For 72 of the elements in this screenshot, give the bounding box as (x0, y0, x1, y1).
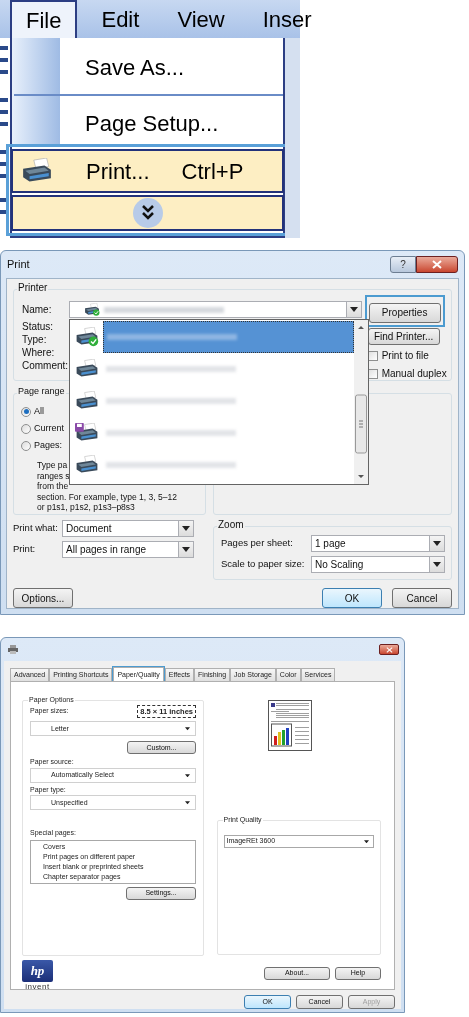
close-icon (432, 260, 442, 269)
dropdown-arrow-icon (349, 307, 358, 312)
close-button[interactable] (379, 644, 399, 655)
printer-icon (8, 645, 18, 654)
close-button[interactable] (416, 256, 458, 273)
select-field[interactable]: Document (62, 520, 194, 537)
printer-with-check-icon (74, 327, 99, 347)
field-label: Scale to paper size: (221, 557, 306, 572)
hp-logo: hp (22, 960, 53, 982)
menu-bar-item[interactable]: Edit (87, 0, 154, 38)
field-label: Pages per sheet: (221, 536, 294, 551)
dropdown-arrow-icon (433, 541, 441, 546)
close-icon (385, 646, 393, 653)
radio-button[interactable] (21, 406, 31, 417)
hint-text: from the (37, 481, 69, 492)
dropdown-arrow-icon (433, 562, 441, 567)
printer-icon (74, 359, 99, 379)
printer-with-check-icon (84, 303, 101, 316)
dropdown-arrow-icon (182, 547, 190, 552)
field-label: Status: (22, 320, 55, 333)
dropdown-arrow-icon (185, 727, 190, 731)
menu-item[interactable]: Save As... (85, 50, 185, 84)
checkbox[interactable] (367, 368, 378, 379)
hint-text: section. For example, type 1, 3, 5–12 (37, 491, 177, 502)
select-field[interactable]: All pages in range (62, 541, 194, 558)
dropdown-arrow-icon (363, 839, 369, 844)
printer-with-disk-icon (74, 423, 99, 443)
field-label: Type: (22, 333, 48, 346)
printer-icon (21, 158, 53, 184)
shortcut-text: Ctrl+P (181, 157, 244, 186)
menu-bar-item[interactable]: Inser (248, 0, 326, 38)
dialog-button[interactable]: Cancel (392, 588, 452, 608)
logo-tagline: invent (25, 982, 50, 991)
radio-button[interactable] (21, 440, 31, 451)
field-label: Print: (13, 542, 37, 557)
select-field[interactable]: 1 page (311, 535, 445, 552)
menu-bar-item[interactable]: View (163, 0, 239, 38)
dialog-button[interactable]: OK (322, 588, 382, 608)
checkbox-label: Print to file (381, 349, 429, 363)
hint-text: Type pa (37, 460, 68, 471)
dropdown-arrow-icon (185, 801, 190, 805)
window-title: Print (7, 257, 31, 273)
field-label: Comment: (22, 359, 70, 372)
help-button[interactable]: ? (390, 256, 416, 273)
find-printer-button[interactable]: Find Printer... (367, 328, 440, 345)
printer-icon (74, 455, 99, 475)
dropdown-arrow-icon (182, 526, 190, 531)
expand-menu-row[interactable] (11, 195, 284, 231)
menu-item[interactable]: Page Setup... (85, 106, 219, 140)
options-button[interactable]: Options... (13, 588, 73, 608)
radio-button[interactable] (21, 423, 31, 434)
field-label: Print what: (13, 521, 59, 536)
group-label: Printer (17, 283, 49, 293)
field-label: Where: (22, 346, 56, 359)
dropdown-arrow-icon (185, 773, 190, 777)
group-label: Zoom (217, 520, 245, 530)
expand-chevron-icon[interactable] (131, 197, 164, 229)
hint-text: or p1s1, p1s2, p1s3–p8s3 (37, 502, 135, 513)
properties-button[interactable]: Properties (368, 302, 441, 323)
checkbox[interactable] (367, 350, 378, 361)
hint-text: ranges s (37, 470, 70, 481)
printer-icon (74, 391, 99, 411)
radio-label: Pages: (34, 438, 63, 452)
radio-label: All (34, 404, 44, 418)
menu-item[interactable]: Print... (86, 154, 150, 188)
menu-bar-item[interactable]: File (10, 0, 78, 38)
radio-label: Current (34, 421, 64, 435)
document-preview-drawing (267, 700, 312, 751)
group-label: Page range (17, 387, 66, 396)
field-label: Name: (22, 303, 53, 317)
select-field[interactable]: No Scaling (311, 556, 445, 573)
checkbox-label: Manual duplex (381, 367, 447, 381)
